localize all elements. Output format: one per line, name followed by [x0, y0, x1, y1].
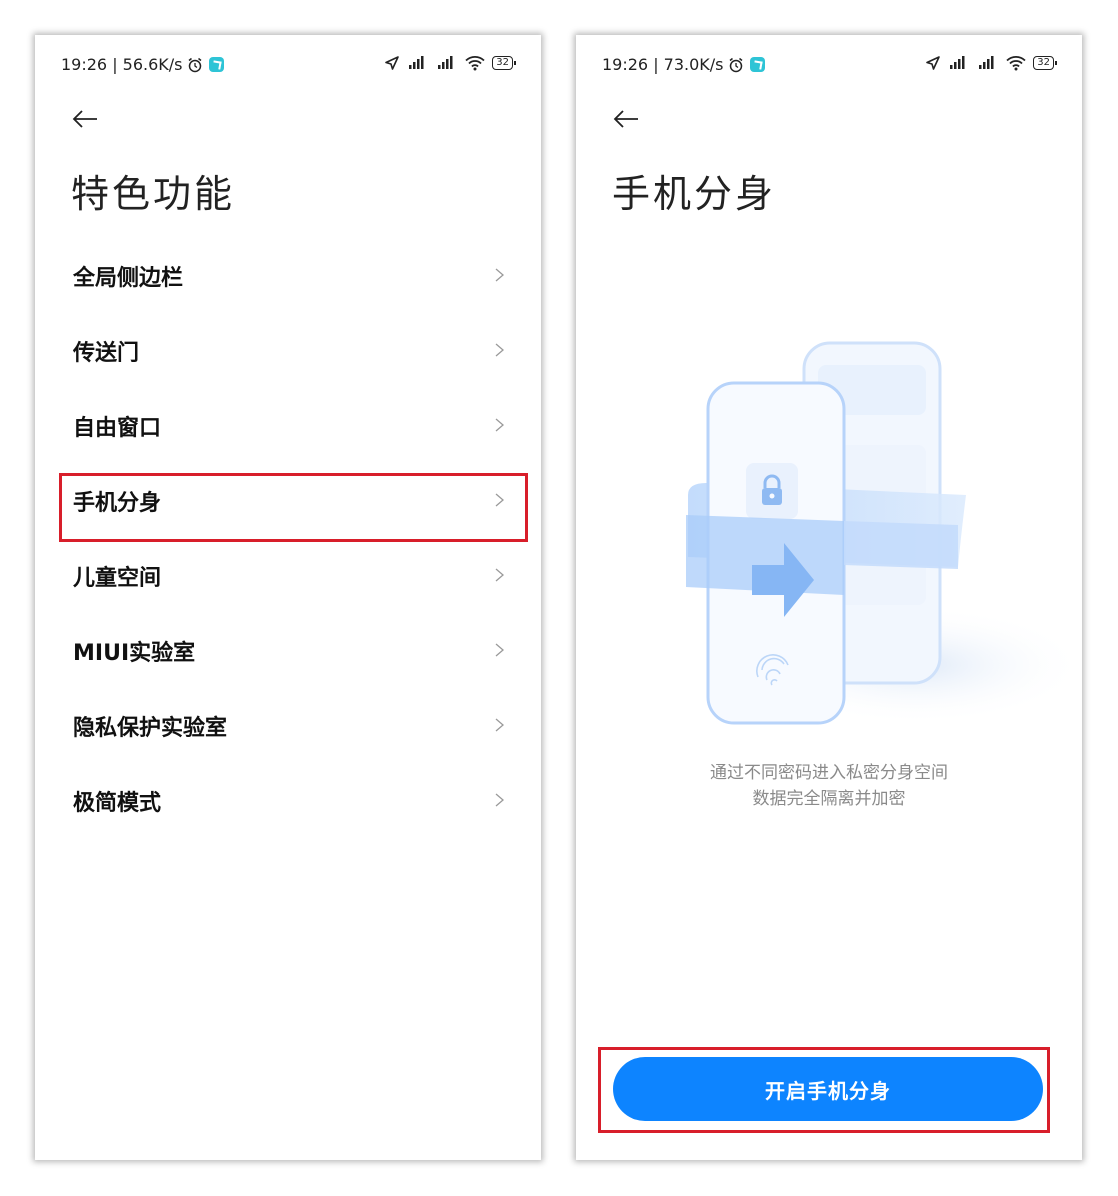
- alarm-icon: [188, 57, 201, 72]
- alarm-icon: [729, 57, 742, 72]
- feature-list-screen: 19:26 | 56.6K/s 32 特色功能 全局侧边栏 传送门 自由窗口 手…: [35, 35, 541, 1160]
- highlight-box: [59, 473, 528, 542]
- signal-icon-2: [979, 56, 994, 69]
- menu-item-free-window[interactable]: 自由窗口: [35, 388, 541, 463]
- menu-item-label: 自由窗口: [73, 415, 162, 441]
- battery-icon: 32: [492, 56, 516, 70]
- status-right: 32: [925, 55, 1057, 71]
- menu-item-label: MIUI实验室: [73, 640, 196, 666]
- menu-item-label: 极简模式: [73, 790, 162, 816]
- status-left: 19:26 | 73.0K/s: [602, 55, 765, 74]
- signal-icon-2: [438, 56, 453, 69]
- chevron-right-icon: [495, 268, 504, 282]
- chevron-right-icon: [495, 343, 504, 357]
- second-space-screen: 19:26 | 73.0K/s 32 手机分身 通过不同密码进入私密分身空间 数…: [576, 35, 1082, 1160]
- menu-item-label: 全局侧边栏: [73, 265, 184, 291]
- wifi-icon: [465, 56, 485, 71]
- chevron-right-icon: [495, 643, 504, 657]
- menu-item-minimal-mode[interactable]: 极简模式: [35, 763, 541, 838]
- chevron-right-icon: [495, 568, 504, 582]
- chevron-right-icon: [495, 418, 504, 432]
- chevron-right-icon: [495, 718, 504, 732]
- menu-item-portal[interactable]: 传送门: [35, 313, 541, 388]
- menu-item-label: 隐私保护实验室: [73, 715, 228, 741]
- status-time-speed: 19:26 | 73.0K/s: [602, 55, 724, 74]
- menu-item-label: 传送门: [73, 340, 140, 366]
- signal-icon: [409, 56, 424, 69]
- back-arrow-icon[interactable]: [610, 103, 642, 135]
- status-time-speed: 19:26 | 56.6K/s: [61, 55, 183, 74]
- dual-phone-illustration: [686, 341, 1076, 725]
- menu-item-privacy-lab[interactable]: 隐私保护实验室: [35, 688, 541, 763]
- menu-item-label: 儿童空间: [73, 565, 162, 591]
- description-line-1: 通过不同密码进入私密分身空间: [710, 763, 948, 783]
- status-bar: 19:26 | 56.6K/s 32: [35, 35, 541, 95]
- status-left: 19:26 | 56.6K/s: [61, 55, 224, 74]
- wifi-icon: [1006, 56, 1026, 71]
- status-right: 32: [384, 55, 516, 71]
- battery-icon: 32: [1033, 56, 1057, 70]
- menu-item-miui-lab[interactable]: MIUI实验室: [35, 613, 541, 688]
- highlight-box: [598, 1047, 1050, 1133]
- app-notification-icon: [208, 57, 224, 72]
- back-arrow-icon[interactable]: [69, 103, 101, 135]
- chevron-right-icon: [495, 793, 504, 807]
- status-bar: 19:26 | 73.0K/s 32: [576, 35, 1082, 95]
- signal-icon: [950, 56, 965, 69]
- menu-item-global-sidebar[interactable]: 全局侧边栏: [35, 238, 541, 313]
- app-notification-icon: [749, 57, 765, 72]
- page-title: 特色功能: [71, 172, 236, 216]
- description-line-2: 数据完全隔离并加密: [752, 789, 906, 809]
- location-icon: [926, 56, 941, 70]
- location-icon: [385, 56, 400, 70]
- menu-item-kids-space[interactable]: 儿童空间: [35, 538, 541, 613]
- page-title: 手机分身: [612, 172, 777, 216]
